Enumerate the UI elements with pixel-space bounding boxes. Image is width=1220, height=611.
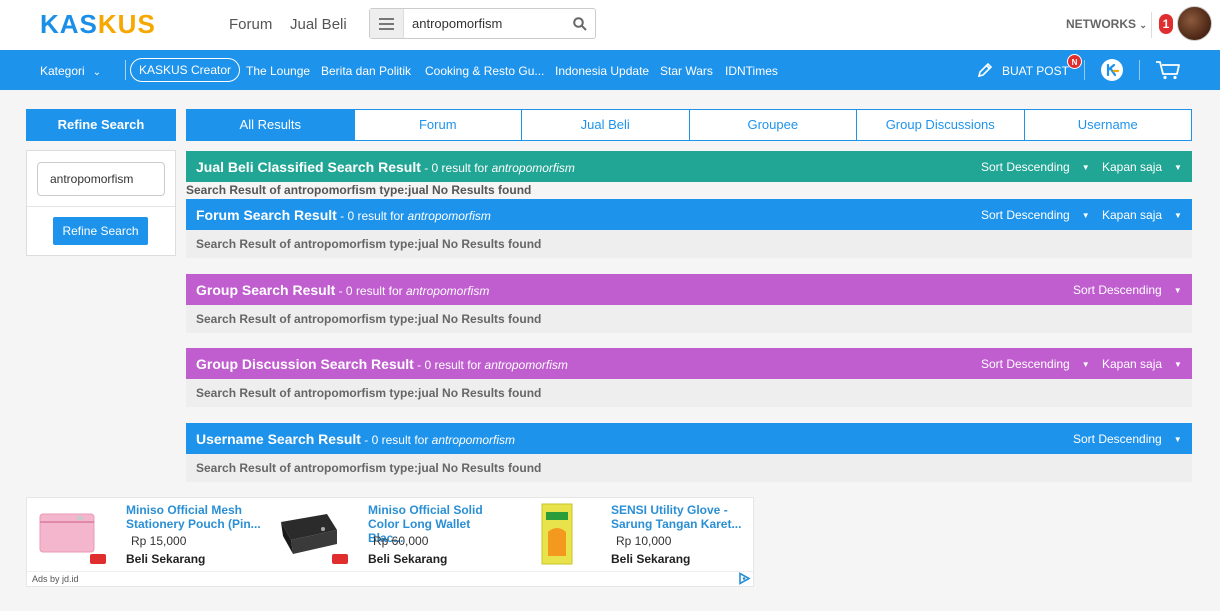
caret-down-icon: ▼ bbox=[1081, 211, 1090, 221]
time-filter-dropdown[interactable]: Kapan saja ▼ bbox=[1102, 208, 1182, 222]
tab-all-results[interactable]: All Results bbox=[186, 109, 355, 141]
top-header: KAS KUS Forum Jual Beli antropomorfism NE… bbox=[0, 0, 1220, 50]
forum-result-header: Forum Search Result - 0 result for antro… bbox=[186, 199, 1192, 230]
ad-product-image[interactable] bbox=[37, 504, 97, 566]
ad-buy-button[interactable]: Beli Sekarang bbox=[368, 552, 447, 566]
jd-logo-icon bbox=[90, 554, 106, 564]
time-filter-dropdown[interactable]: Kapan saja ▼ bbox=[1102, 160, 1182, 174]
nav-link-berita-politik[interactable]: Berita dan Politik bbox=[321, 64, 411, 78]
caret-down-icon: ▼ bbox=[1081, 163, 1090, 173]
adchoices-icon[interactable] bbox=[738, 572, 751, 590]
divider bbox=[1084, 60, 1085, 80]
networks-label: NETWORKS bbox=[1066, 17, 1136, 31]
kaskus-creator-button[interactable]: KASKUS Creator bbox=[130, 58, 240, 82]
new-badge: N bbox=[1067, 54, 1082, 69]
buat-post-button[interactable]: BUAT POST bbox=[976, 61, 1069, 81]
search-bar[interactable]: antropomorfism bbox=[369, 8, 596, 39]
divider bbox=[1139, 60, 1140, 80]
kategori-dropdown[interactable]: Kategori ⌄ bbox=[40, 64, 101, 78]
group-discussion-result-header: Group Discussion Search Result - 0 resul… bbox=[186, 348, 1192, 379]
sort-dropdown[interactable]: Sort Descending ▼ bbox=[981, 160, 1090, 174]
nav-link-the-lounge[interactable]: The Lounge bbox=[246, 64, 310, 78]
refine-search-panel: antropomorfism Refine Search bbox=[26, 150, 176, 256]
refine-search-button[interactable]: Refine Search bbox=[53, 217, 148, 245]
group-result-body: Search Result of antropomorfism type:jua… bbox=[186, 305, 1192, 333]
username-result-body: Search Result of antropomorfism type:jua… bbox=[186, 454, 1192, 482]
caret-down-icon: ▼ bbox=[1173, 435, 1182, 445]
no-results-message: Search Result of antropomorfism type:jua… bbox=[196, 461, 542, 475]
caret-down-icon: ▼ bbox=[1174, 211, 1182, 221]
tab-group-discussions[interactable]: Group Discussions bbox=[856, 109, 1025, 141]
tab-groupee[interactable]: Groupee bbox=[688, 109, 857, 141]
kaskus-logo[interactable]: KAS KUS bbox=[40, 9, 156, 39]
time-filter-dropdown[interactable]: Kapan saja ▼ bbox=[1102, 357, 1182, 371]
caret-down-icon: ▼ bbox=[1173, 286, 1182, 296]
cart-icon[interactable] bbox=[1155, 60, 1181, 85]
no-results-message: Search Result of antropomorfism type:jua… bbox=[196, 386, 542, 400]
jual-beli-result-header: Jual Beli Classified Search Result - 0 r… bbox=[186, 151, 1192, 182]
nav-jual-beli-link[interactable]: Jual Beli bbox=[290, 16, 347, 33]
chevron-down-icon: ⌄ bbox=[92, 67, 102, 78]
kaskus-chat-icon[interactable] bbox=[1101, 59, 1123, 81]
username-result-header: Username Search Result - 0 result for an… bbox=[186, 423, 1192, 454]
no-results-message: Search Result of antropomorfism type:jua… bbox=[196, 312, 542, 326]
no-results-message: Search Result of antropomorfism type:jua… bbox=[186, 183, 532, 197]
tab-forum[interactable]: Forum bbox=[353, 109, 522, 141]
tab-jual-beli[interactable]: Jual Beli bbox=[521, 109, 690, 141]
caret-down-icon: ▼ bbox=[1174, 360, 1182, 370]
section-title: Username Search Result - 0 result for an… bbox=[196, 431, 516, 447]
ad-price: Rp 10,000 bbox=[616, 534, 672, 548]
section-title: Group Search Result - 0 result for antro… bbox=[196, 282, 490, 298]
networks-dropdown[interactable]: NETWORKS ⌄ bbox=[1066, 17, 1147, 31]
ad-product-image[interactable] bbox=[532, 502, 592, 565]
nav-link-cooking-resto[interactable]: Cooking & Resto Gu... bbox=[425, 64, 544, 78]
ad-title[interactable]: SENSI Utility Glove - Sarung Tangan Kare… bbox=[611, 503, 751, 531]
section-title: Jual Beli Classified Search Result - 0 r… bbox=[196, 159, 575, 175]
section-title: Group Discussion Search Result - 0 resul… bbox=[196, 356, 568, 372]
divider bbox=[27, 206, 175, 207]
group-result-header: Group Search Result - 0 result for antro… bbox=[186, 274, 1192, 305]
nav-link-star-wars[interactable]: Star Wars bbox=[660, 64, 713, 78]
nav-link-idntimes[interactable]: IDNTimes bbox=[725, 64, 778, 78]
refine-search-input[interactable]: antropomorfism bbox=[37, 162, 165, 196]
refine-search-title: Refine Search bbox=[26, 109, 176, 141]
nav-link-indonesia-update[interactable]: Indonesia Update bbox=[555, 64, 649, 78]
pencil-icon bbox=[976, 61, 994, 82]
chevron-down-icon: ⌄ bbox=[1139, 20, 1147, 30]
category-navbar: Kategori ⌄ KASKUS Creator The Lounge Beri… bbox=[0, 50, 1220, 90]
nav-forum-link[interactable]: Forum bbox=[229, 16, 272, 33]
divider bbox=[125, 60, 126, 80]
search-input[interactable]: antropomorfism bbox=[404, 16, 565, 31]
ad-buy-button[interactable]: Beli Sekarang bbox=[126, 552, 205, 566]
caret-down-icon: ▼ bbox=[1081, 360, 1090, 370]
sort-dropdown[interactable]: Sort Descending ▼ bbox=[1073, 283, 1182, 297]
group-discussion-result-body: Search Result of antropomorfism type:jua… bbox=[186, 379, 1192, 407]
forum-result-body: Search Result of antropomorfism type:jua… bbox=[186, 230, 1192, 258]
divider bbox=[27, 571, 753, 572]
search-icon[interactable] bbox=[565, 9, 595, 38]
buat-post-label: BUAT POST bbox=[1002, 64, 1069, 78]
hamburger-menu-icon[interactable] bbox=[370, 9, 404, 38]
user-avatar[interactable] bbox=[1177, 6, 1212, 41]
kategori-label: Kategori bbox=[40, 64, 85, 78]
ad-price: Rp 60,000 bbox=[373, 534, 429, 548]
ads-by-label: Ads by jd.id bbox=[32, 574, 79, 584]
result-tabs: All Results Forum Jual Beli Groupee Grou… bbox=[186, 109, 1192, 141]
sort-dropdown[interactable]: Sort Descending ▼ bbox=[981, 208, 1090, 222]
ad-title[interactable]: Miniso Official Mesh Stationery Pouch (P… bbox=[126, 503, 266, 531]
caret-down-icon: ▼ bbox=[1174, 163, 1182, 173]
section-title: Forum Search Result - 0 result for antro… bbox=[196, 207, 491, 223]
jd-logo-icon bbox=[332, 554, 348, 564]
sort-dropdown[interactable]: Sort Descending ▼ bbox=[1073, 432, 1182, 446]
ad-price: Rp 15,000 bbox=[131, 534, 187, 548]
no-results-message: Search Result of antropomorfism type:jua… bbox=[196, 237, 542, 251]
ad-buy-button[interactable]: Beli Sekarang bbox=[611, 552, 690, 566]
ads-banner: Miniso Official Mesh Stationery Pouch (P… bbox=[26, 497, 754, 587]
tab-username[interactable]: Username bbox=[1023, 109, 1192, 141]
sort-dropdown[interactable]: Sort Descending ▼ bbox=[981, 357, 1090, 371]
ad-product-image[interactable] bbox=[279, 504, 339, 566]
notification-badge[interactable]: 1 bbox=[1159, 14, 1173, 34]
divider bbox=[1151, 12, 1152, 38]
